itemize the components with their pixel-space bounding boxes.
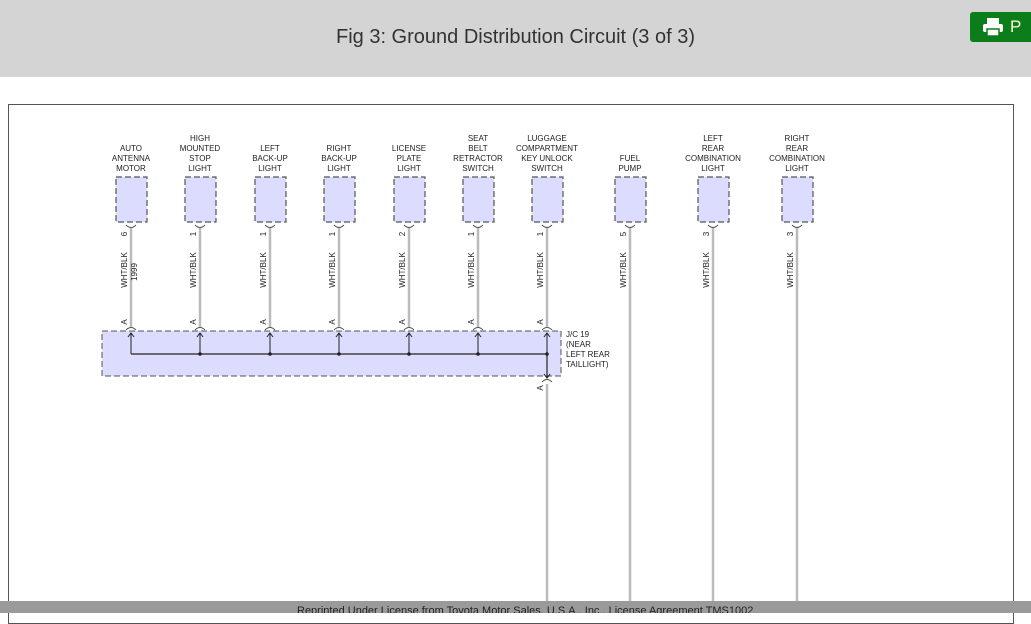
component-label: BACK-UP	[252, 154, 288, 163]
connector-symbol	[403, 327, 415, 331]
junction-label: LEFT REAR	[566, 350, 610, 359]
wire-color-label: WHT/BLK	[120, 252, 129, 288]
component-label: LIGHT	[397, 164, 421, 173]
pin-number: 1	[467, 231, 476, 236]
connector-symbol	[541, 379, 553, 383]
component-label: FUEL	[620, 154, 641, 163]
jc-pin-label: A	[189, 319, 198, 325]
component-label: MOTOR	[116, 164, 146, 173]
junction-label: TAILLIGHT)	[566, 360, 609, 369]
connector-symbol	[472, 327, 484, 331]
component-label: SWITCH	[462, 164, 494, 173]
pin-number: 3	[702, 231, 711, 236]
wire-code-label: 1999	[130, 263, 139, 281]
component-label: ANTENNA	[112, 154, 151, 163]
jc-pin-label: A	[536, 319, 545, 325]
wire-color-label: WHT/BLK	[189, 252, 198, 288]
pin-number: 5	[619, 231, 628, 236]
component-box	[531, 176, 564, 223]
component-box	[184, 176, 217, 223]
component-label: LIGHT	[188, 164, 212, 173]
component-label: RIGHT	[785, 134, 810, 143]
jc-pin-label: A	[328, 319, 337, 325]
jc-pin-label: A	[259, 319, 268, 325]
component-label: LIGHT	[327, 164, 351, 173]
connector-symbol	[624, 224, 636, 228]
connector-symbol	[403, 224, 415, 228]
component-box	[462, 176, 495, 223]
connector-symbol	[333, 327, 345, 331]
wire-color-label: WHT/BLK	[619, 252, 628, 288]
junction-label: (NEAR	[566, 340, 591, 349]
pin-number: 1	[328, 231, 337, 236]
component-label: MOUNTED	[180, 144, 221, 153]
component-label: REAR	[702, 144, 724, 153]
wiring-diagram: J/C 19(NEARLEFT REARTAILLIGHT)AUTOANTENN…	[101, 134, 825, 613]
component-box	[781, 176, 814, 223]
license-text: Reprinted Under License from Toyota Moto…	[297, 605, 754, 613]
connector-symbol	[707, 224, 719, 228]
component-box	[323, 176, 356, 223]
wire-color-label: WHT/BLK	[536, 252, 545, 288]
footer-bar: Reprinted Under License from Toyota Moto…	[0, 601, 1031, 613]
component-label: LIGHT	[701, 164, 725, 173]
component-label: LUGGAGE	[527, 134, 567, 143]
component-box	[393, 176, 426, 223]
connector-symbol	[333, 224, 345, 228]
pin-number: 1	[536, 231, 545, 236]
pin-number: 3	[786, 231, 795, 236]
pin-number: 2	[398, 231, 407, 236]
component-label: PUMP	[618, 164, 641, 173]
connector-symbol	[194, 327, 206, 331]
component-box	[115, 176, 148, 223]
component-label: HIGH	[190, 134, 210, 143]
component-label: RETRACTOR	[453, 154, 503, 163]
connector-symbol	[125, 224, 137, 228]
junction-label: J/C 19	[566, 330, 590, 339]
connector-symbol	[264, 224, 276, 228]
pin-number: 1	[259, 231, 268, 236]
component-label: PLATE	[397, 154, 422, 163]
component-label: COMBINATION	[685, 154, 741, 163]
component-label: RIGHT	[327, 144, 352, 153]
jc-pin-label: A	[120, 319, 129, 325]
wire-color-label: WHT/BLK	[786, 252, 795, 288]
wire-color-label: WHT/BLK	[467, 252, 476, 288]
jc-out-pin-label: A	[536, 385, 545, 391]
jc-pin-label: A	[467, 319, 476, 325]
pin-number: 6	[120, 231, 129, 236]
wire-color-label: WHT/BLK	[259, 252, 268, 288]
wire-color-label: WHT/BLK	[702, 252, 711, 288]
component-label: LEFT	[260, 144, 280, 153]
component-label: SEAT	[468, 134, 488, 143]
component-label: BELT	[468, 144, 488, 153]
component-label: LEFT	[703, 134, 723, 143]
connector-symbol	[194, 224, 206, 228]
connector-symbol	[125, 327, 137, 331]
component-box	[254, 176, 287, 223]
pin-number: 1	[189, 231, 198, 236]
component-label: COMPARTMENT	[516, 144, 578, 153]
connector-symbol	[791, 224, 803, 228]
component-label: LICENSE	[392, 144, 426, 153]
component-label: STOP	[189, 154, 211, 163]
wire-color-label: WHT/BLK	[328, 252, 337, 288]
jc-pin-label: A	[398, 319, 407, 325]
component-box	[614, 176, 647, 223]
component-label: LIGHT	[785, 164, 809, 173]
connector-symbol	[472, 224, 484, 228]
wire-color-label: WHT/BLK	[398, 252, 407, 288]
component-label: COMBINATION	[769, 154, 825, 163]
connector-symbol	[541, 327, 553, 331]
connector-symbol	[541, 224, 553, 228]
component-label: AUTO	[120, 144, 142, 153]
component-label: BACK-UP	[321, 154, 357, 163]
component-box	[697, 176, 730, 223]
component-label: REAR	[786, 144, 808, 153]
component-label: KEY UNLOCK	[521, 154, 573, 163]
connector-symbol	[264, 327, 276, 331]
component-label: SWITCH	[531, 164, 563, 173]
component-label: LIGHT	[258, 164, 282, 173]
